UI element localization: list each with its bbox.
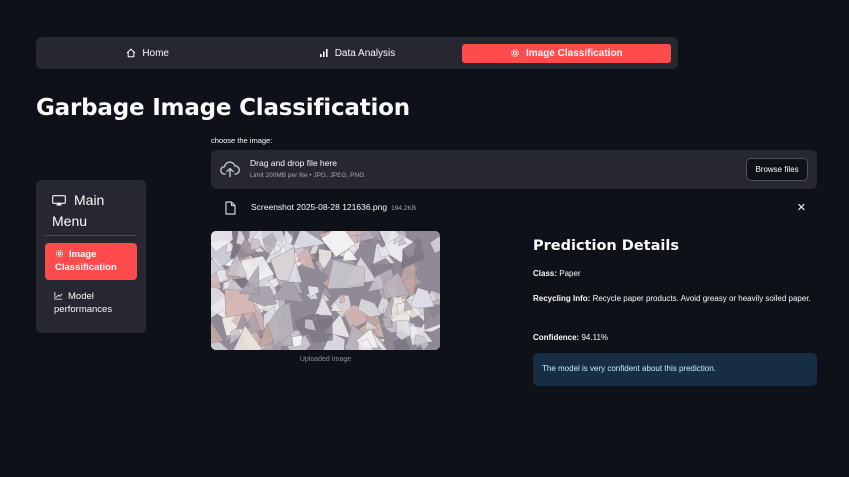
confidence-info-message: The model is very confident about this p…	[533, 353, 817, 386]
sidebar-item-label: performances	[54, 304, 113, 315]
nav-image-classification-label: Image Classification	[525, 47, 623, 59]
line-chart-icon	[54, 291, 63, 300]
class-label: Class:	[533, 269, 558, 278]
app-page: Home Data Analysis Image Classification …	[0, 0, 849, 477]
file-name-text: Screenshot 2025-08-28 121636.png	[251, 202, 388, 212]
uploaded-file-name: Screenshot 2025-08-28 121636.png 194.2KB	[251, 202, 416, 212]
confidence-label: Confidence:	[533, 333, 580, 342]
file-icon	[225, 201, 236, 215]
prediction-class: Class: Paper	[533, 267, 817, 281]
page-title: Garbage Image Classification	[36, 95, 410, 121]
nav-home-button[interactable]: Home	[43, 44, 252, 63]
sidebar-header-line1: Main	[74, 192, 105, 208]
home-icon	[126, 48, 136, 58]
paper-fragment	[291, 335, 303, 348]
cast-icon	[52, 191, 66, 206]
paper-fragment	[382, 316, 393, 328]
recycling-value: Recycle paper products. Avoid greasy or …	[592, 294, 811, 303]
gear-icon	[510, 48, 520, 58]
prediction-recycling-info: Recycling Info: Recycle paper products. …	[533, 292, 817, 306]
prediction-confidence: Confidence: 94.11%	[533, 331, 817, 345]
paper-fragment	[396, 302, 406, 315]
image-caption: Uploaded Image	[299, 356, 352, 363]
bar-chart-icon	[319, 48, 329, 58]
gear-icon	[55, 249, 64, 258]
sidebar-divider	[45, 235, 137, 236]
sidebar-header-line2: Menu	[52, 213, 88, 229]
remove-file-close-icon[interactable]: ✕	[797, 201, 806, 214]
uploaded-image	[211, 231, 440, 350]
sidebar-item-label: Image	[69, 249, 97, 260]
uploaded-file-row: Screenshot 2025-08-28 121636.png 194.2KB …	[211, 197, 817, 219]
class-value: Paper	[559, 269, 581, 278]
file-size: 194.2KB	[391, 205, 417, 212]
recycling-label: Recycling Info:	[533, 294, 591, 303]
sidebar-menu: Main Menu Image Classification Model per…	[36, 180, 146, 333]
file-dropzone[interactable]: Drag and drop file here Limit 200MB per …	[211, 150, 817, 189]
nav-image-classification-button[interactable]: Image Classification	[461, 43, 671, 63]
browse-files-button[interactable]: Browse files	[746, 158, 808, 181]
paper-pile-image	[211, 231, 440, 350]
prediction-title: Prediction Details	[533, 238, 679, 254]
sidebar-item-label: Classification	[55, 262, 117, 273]
sidebar-menu-header: Main Menu	[52, 190, 132, 232]
dropzone-limit-text: Limit 200MB per file • JPG, JPEG, PNG	[250, 172, 365, 179]
top-nav-bar: Home Data Analysis Image Classification	[36, 37, 678, 69]
nav-home-label: Home	[142, 47, 169, 59]
sidebar-item-image-classification[interactable]: Image Classification	[45, 243, 137, 280]
dropzone-title: Drag and drop file here	[250, 158, 337, 168]
confidence-value: 94.11%	[581, 333, 609, 342]
nav-data-analysis-label: Data Analysis	[334, 47, 396, 59]
upload-label: choose the image:	[211, 136, 273, 145]
sidebar-item-model-performances[interactable]: Model performances	[45, 288, 137, 320]
sidebar-item-label: Model	[68, 291, 94, 302]
nav-data-analysis-button[interactable]: Data Analysis	[252, 44, 461, 63]
cloud-upload-icon	[220, 160, 240, 178]
